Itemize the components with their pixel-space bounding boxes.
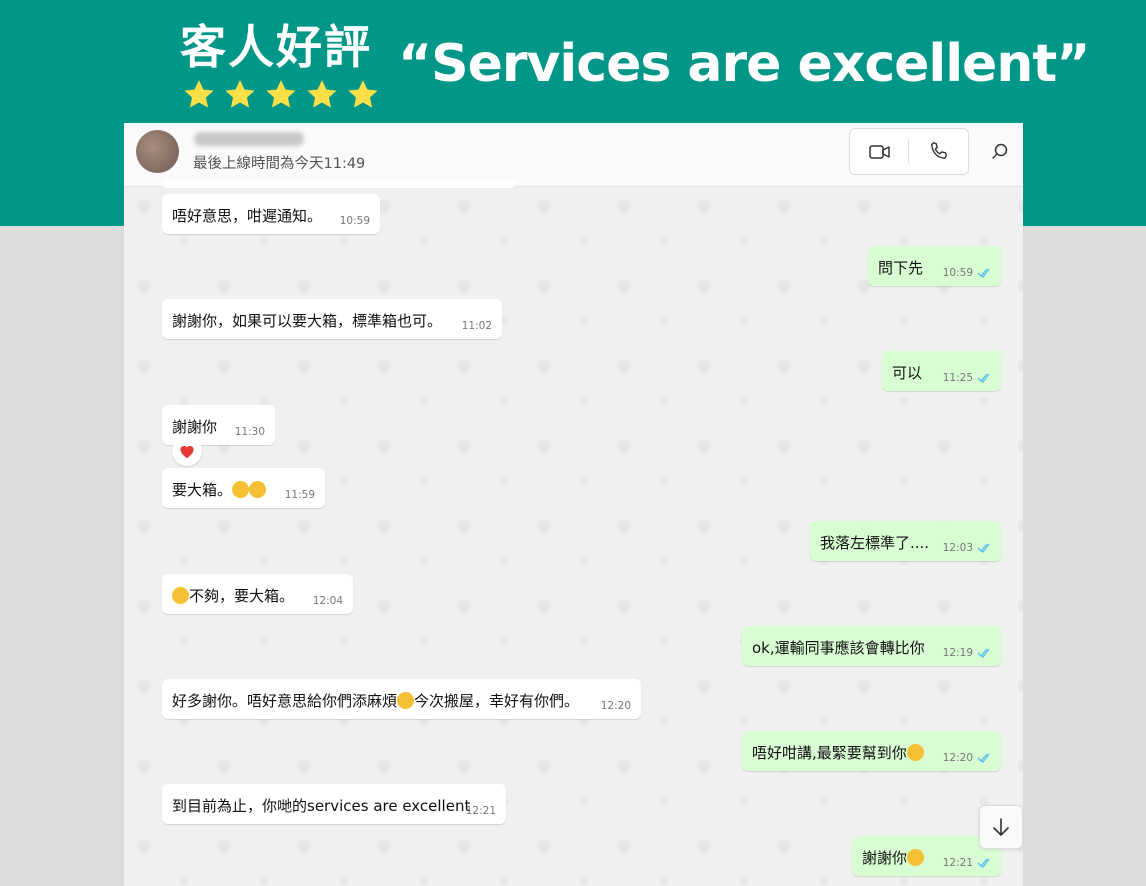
phone-call-icon[interactable]: [928, 140, 950, 162]
message-time: 11:59: [284, 489, 315, 501]
message-outgoing[interactable]: 唔好咁講,最緊要幫到你 12:20: [742, 731, 1001, 771]
message-incoming[interactable]: 要大箱。 11:59: [162, 468, 325, 508]
star-icon: [307, 80, 337, 108]
smiling-face-emoji: [906, 744, 924, 761]
message-text: 不夠，要大箱。: [172, 585, 294, 606]
message-time: 10:59: [339, 215, 370, 227]
read-receipt-icon: [977, 648, 990, 658]
message-time: 11:30: [234, 426, 265, 438]
read-receipt-icon: [977, 858, 990, 868]
read-receipt-icon: [977, 753, 990, 763]
divider: [908, 139, 909, 163]
call-button-group: [849, 128, 969, 175]
message-time: 12:21: [942, 857, 973, 869]
message-time: 12:03: [942, 542, 973, 554]
scroll-to-bottom-button[interactable]: [979, 805, 1023, 849]
message-time: 12:20: [942, 752, 973, 764]
message-incoming[interactable]: 到目前為止，你哋的services are excellent 12:21: [162, 784, 506, 824]
message-time: 12:20: [600, 700, 631, 712]
message-text: 問下先: [878, 259, 924, 277]
chat-header: 最後上線時間為今天11:49: [124, 123, 1023, 187]
read-receipt-icon: [977, 543, 990, 553]
hugging-face-emoji: [232, 481, 250, 498]
video-call-icon[interactable]: [868, 141, 892, 163]
message-text: 我落左標準了....: [820, 534, 930, 552]
search-icon[interactable]: [990, 142, 1010, 162]
smiling-face-with-hearts-emoji: [907, 849, 925, 866]
message-text: ok,運輸同事應該會轉比你: [752, 639, 925, 657]
hugging-face-emoji: [172, 587, 189, 604]
rating-stars: [182, 78, 380, 112]
review-quote: “Services are excellent”: [398, 34, 1090, 94]
hugging-face-emoji: [249, 481, 267, 498]
message-time: 12:04: [312, 595, 343, 607]
message-outgoing[interactable]: 問下先 10:59: [868, 246, 1001, 286]
message-incoming[interactable]: 好多謝你。唔好意思給你們添麻煩 今次搬屋，幸好有你們。 12:20: [162, 679, 641, 719]
message-time: 11:25: [942, 372, 973, 384]
heart-icon: [180, 445, 194, 459]
message-outgoing[interactable]: 可以 11:25: [882, 351, 1001, 391]
message-outgoing[interactable]: ok,運輸同事應該會轉比你 12:19: [742, 626, 1001, 666]
last-seen-status: 最後上線時間為今天11:49: [193, 156, 366, 172]
message-time: 11:02: [461, 320, 492, 332]
arrow-down-icon: [993, 818, 1009, 836]
message-outgoing[interactable]: 我落左標準了.... 12:03: [810, 521, 1001, 561]
message-bubble-partial: [162, 180, 516, 188]
message-text: 謝謝你: [862, 847, 925, 868]
message-text: 唔好咁講,最緊要幫到你: [752, 742, 924, 763]
message-text: 唔好意思，咁遲通知。: [172, 207, 323, 225]
message-text: 好多謝你。唔好意思給你們添麻煩 今次搬屋，幸好有你們。: [172, 692, 580, 710]
message-incoming[interactable]: 不夠，要大箱。 12:04: [162, 574, 353, 614]
message-time: 12:21: [465, 805, 496, 817]
read-receipt-icon: [977, 373, 990, 383]
star-icon: [225, 80, 255, 108]
review-badge-title: 客人好評: [180, 20, 372, 74]
message-text: 要大箱。: [172, 479, 267, 500]
message-time: 10:59: [942, 267, 973, 279]
grinning-face-emoji: [397, 692, 415, 709]
message-text: 謝謝你: [172, 418, 218, 436]
message-time: 12:19: [942, 647, 973, 659]
star-icon: [184, 80, 214, 108]
star-icon: [266, 80, 296, 108]
message-text: 可以: [892, 364, 923, 382]
message-text: 到目前為止，你哋的services are excellent: [172, 797, 471, 815]
message-incoming[interactable]: 謝謝你，如果可以要大箱，標準箱也可。 11:02: [162, 299, 502, 339]
message-incoming[interactable]: 唔好意思，咁遲通知。 10:59: [162, 194, 380, 234]
contact-name-blurred[interactable]: [194, 132, 304, 146]
message-text: 謝謝你，如果可以要大箱，標準箱也可。: [172, 312, 443, 330]
avatar[interactable]: [136, 130, 179, 173]
heart-reaction[interactable]: [172, 436, 202, 466]
read-receipt-icon: [977, 268, 990, 278]
chat-window: 最後上線時間為今天11:49 唔好意思，咁遲通知。 10:59 問下先 10:5…: [124, 123, 1023, 886]
star-icon: [348, 80, 378, 108]
